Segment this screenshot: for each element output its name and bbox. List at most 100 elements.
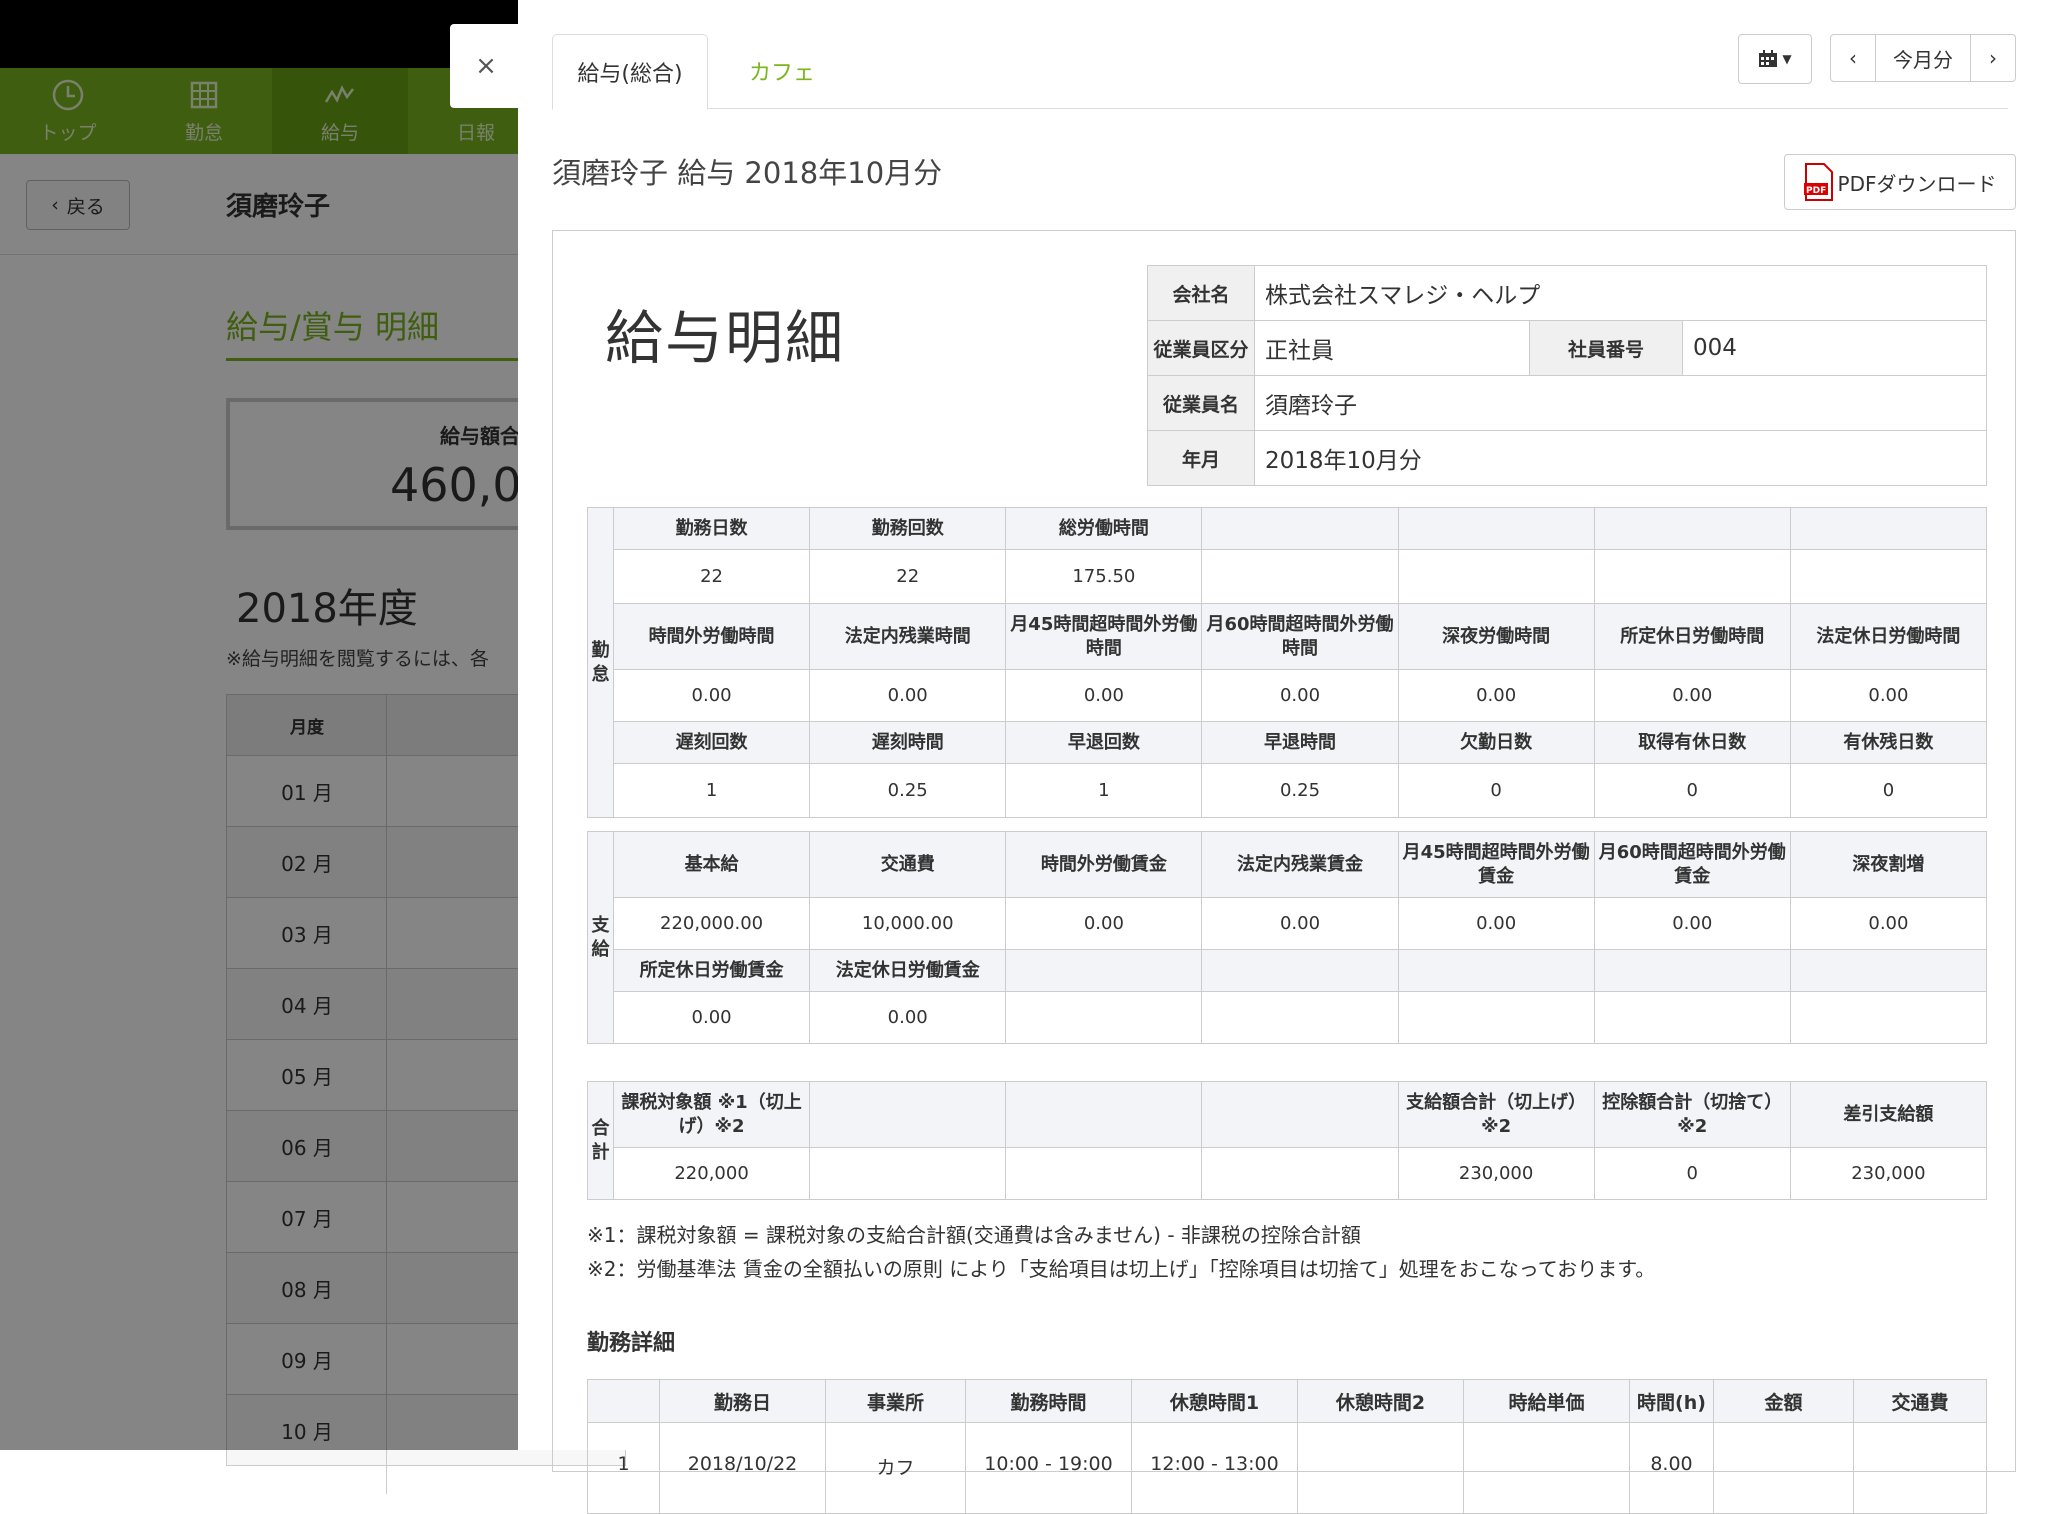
- detail-header: 時間(h): [1629, 1379, 1714, 1423]
- payment-header: [1005, 949, 1203, 992]
- totals-side-label: 合計: [587, 1081, 614, 1200]
- payment-side-label: 支給: [587, 831, 614, 1044]
- payment-value: 0.00: [612, 991, 811, 1044]
- detail-header: 勤務時間: [965, 1379, 1132, 1423]
- detail-cell: 2018/10/22: [659, 1422, 826, 1514]
- period-value: 2018年10月分: [1254, 430, 1987, 486]
- detail-cell: [1853, 1422, 1987, 1514]
- payment-header: [1397, 949, 1595, 992]
- detail-cell: 12:00 - 13:00: [1131, 1422, 1298, 1514]
- employee-type-label: 従業員区分: [1147, 320, 1255, 376]
- attendance-value: 0.00: [612, 669, 811, 722]
- attendance-side-label: 勤怠: [587, 507, 614, 818]
- totals-value: 0: [1593, 1147, 1791, 1200]
- payment-header: 時間外労働賃金: [1005, 831, 1203, 898]
- payment-value: [1201, 991, 1399, 1044]
- attendance-table: 勤怠 勤務日数 勤務回数 総労働時間 22 22 175.50 時間外労働時間: [587, 507, 1988, 818]
- employee-type-value: 正社員: [1254, 320, 1530, 376]
- calendar-dropdown-button[interactable]: ▼: [1738, 34, 1812, 84]
- current-month-button[interactable]: 今月分: [1876, 34, 1971, 82]
- close-icon: ×: [475, 51, 497, 81]
- employee-name-value: 須磨玲子: [1254, 375, 1987, 431]
- attendance-header: 法定内残業時間: [809, 603, 1007, 670]
- payment-value: 10,000.00: [809, 897, 1007, 950]
- footnote-2: ※2：労働基準法 賃金の全額払いの原則 により「支給項目は切上げ」「控除項目は切…: [587, 1257, 1656, 1281]
- pdf-icon: PDF: [1803, 163, 1833, 201]
- company-value: 株式会社スマレジ・ヘルプ: [1254, 265, 1987, 321]
- attendance-header: 所定休日労働時間: [1593, 603, 1791, 670]
- modal-backdrop[interactable]: [0, 0, 520, 1450]
- tab-total-payroll[interactable]: 給与(総合): [552, 34, 708, 110]
- totals-header: [1005, 1081, 1203, 1148]
- payment-header: 月45時間超時間外労働賃金: [1397, 831, 1595, 898]
- payment-value: [1593, 991, 1791, 1044]
- payment-value: 0.00: [1593, 897, 1791, 950]
- caret-down-icon: ▼: [1782, 52, 1792, 66]
- payment-header: [1593, 949, 1791, 992]
- employee-name-label: 従業員名: [1147, 375, 1255, 431]
- attendance-header: 勤務回数: [809, 507, 1007, 550]
- totals-header: 差引支給額: [1789, 1081, 1988, 1148]
- next-month-button[interactable]: ›: [1971, 34, 2016, 82]
- tab-cafe[interactable]: カフェ: [712, 34, 852, 108]
- payslip-title: 給与明細: [605, 304, 846, 372]
- attendance-value: [1397, 549, 1595, 604]
- pdf-download-button[interactable]: PDF PDFダウンロード: [1784, 154, 2016, 210]
- payment-value: 0.00: [1789, 897, 1988, 950]
- attendance-value: 1: [1005, 763, 1203, 818]
- totals-value: [1005, 1147, 1203, 1200]
- totals-value: [1201, 1147, 1399, 1200]
- totals-value: 230,000: [1789, 1147, 1988, 1200]
- payment-value: 0.00: [1005, 897, 1203, 950]
- attendance-header: 時間外労働時間: [612, 603, 811, 670]
- attendance-header: 早退回数: [1005, 721, 1203, 764]
- work-detail-title: 勤務詳細: [587, 1331, 676, 1356]
- prev-month-button[interactable]: ‹: [1830, 34, 1876, 82]
- attendance-value: 0.00: [1593, 669, 1791, 722]
- payment-header: 所定休日労働賃金: [612, 949, 811, 992]
- attendance-value: 175.50: [1005, 549, 1203, 604]
- detail-cell: 8.00: [1629, 1422, 1714, 1514]
- page-heading: 須磨玲子 給与 2018年10月分: [552, 156, 943, 190]
- payment-header: 月60時間超時間外労働賃金: [1593, 831, 1791, 898]
- period-label: 年月: [1147, 430, 1255, 486]
- attendance-value: 0.00: [809, 669, 1007, 722]
- employee-id-label: 社員番号: [1529, 320, 1683, 376]
- calendar-icon: [1759, 50, 1778, 67]
- month-pager: ‹ 今月分 ›: [1830, 34, 2016, 82]
- company-label: 会社名: [1147, 265, 1255, 321]
- attendance-header: 総労働時間: [1005, 507, 1203, 550]
- payment-header: 交通費: [809, 831, 1007, 898]
- payment-header: 法定休日労働賃金: [809, 949, 1007, 992]
- attendance-value: [1593, 549, 1791, 604]
- payment-value: 220,000.00: [612, 897, 811, 950]
- attendance-header: 取得有休日数: [1593, 721, 1791, 764]
- employee-id-value: 004: [1682, 320, 1987, 376]
- attendance-value: 0.25: [1201, 763, 1399, 818]
- pdf-label: PDFダウンロード: [1837, 171, 1997, 196]
- attendance-value: [1201, 549, 1399, 604]
- payment-table: 支給 基本給 交通費 時間外労働賃金 法定内残業賃金 月45時間超時間外労働賃金…: [587, 831, 1988, 1044]
- payment-header: 基本給: [612, 831, 811, 898]
- detail-header: 金額: [1713, 1379, 1854, 1423]
- close-button[interactable]: ×: [450, 24, 522, 108]
- work-detail-table: 勤務日 事業所 勤務時間 休憩時間1 休憩時間2 時給単価 時間(h) 金額 交…: [587, 1379, 1987, 1514]
- attendance-header: 勤務日数: [612, 507, 811, 550]
- detail-header: 休憩時間1: [1131, 1379, 1298, 1423]
- totals-value: [809, 1147, 1007, 1200]
- totals-value: 230,000: [1397, 1147, 1595, 1200]
- attendance-value: 0.25: [809, 763, 1007, 818]
- attendance-header: 月45時間超時間外労働時間: [1005, 603, 1203, 670]
- detail-cell: [1713, 1422, 1854, 1514]
- detail-header: 時給単価: [1463, 1379, 1630, 1423]
- attendance-value: 0.00: [1005, 669, 1203, 722]
- attendance-header: 深夜労働時間: [1397, 603, 1595, 670]
- attendance-header: [1789, 507, 1988, 550]
- payment-value: 0.00: [809, 991, 1007, 1044]
- payslip: 給与明細 会社名 株式会社スマレジ・ヘルプ 従業員区分 正社員 社員番号 004…: [552, 230, 2016, 1514]
- payment-value: 0.00: [1201, 897, 1399, 950]
- payment-header: 法定内残業賃金: [1201, 831, 1399, 898]
- attendance-value: 0: [1789, 763, 1988, 818]
- totals-table: 合計 課税対象額 ※1（切上げ）※2 支給額合計（切上げ）※2 控除額合計（切捨…: [587, 1081, 1988, 1200]
- detail-cell: 10:00 - 19:00: [965, 1422, 1132, 1514]
